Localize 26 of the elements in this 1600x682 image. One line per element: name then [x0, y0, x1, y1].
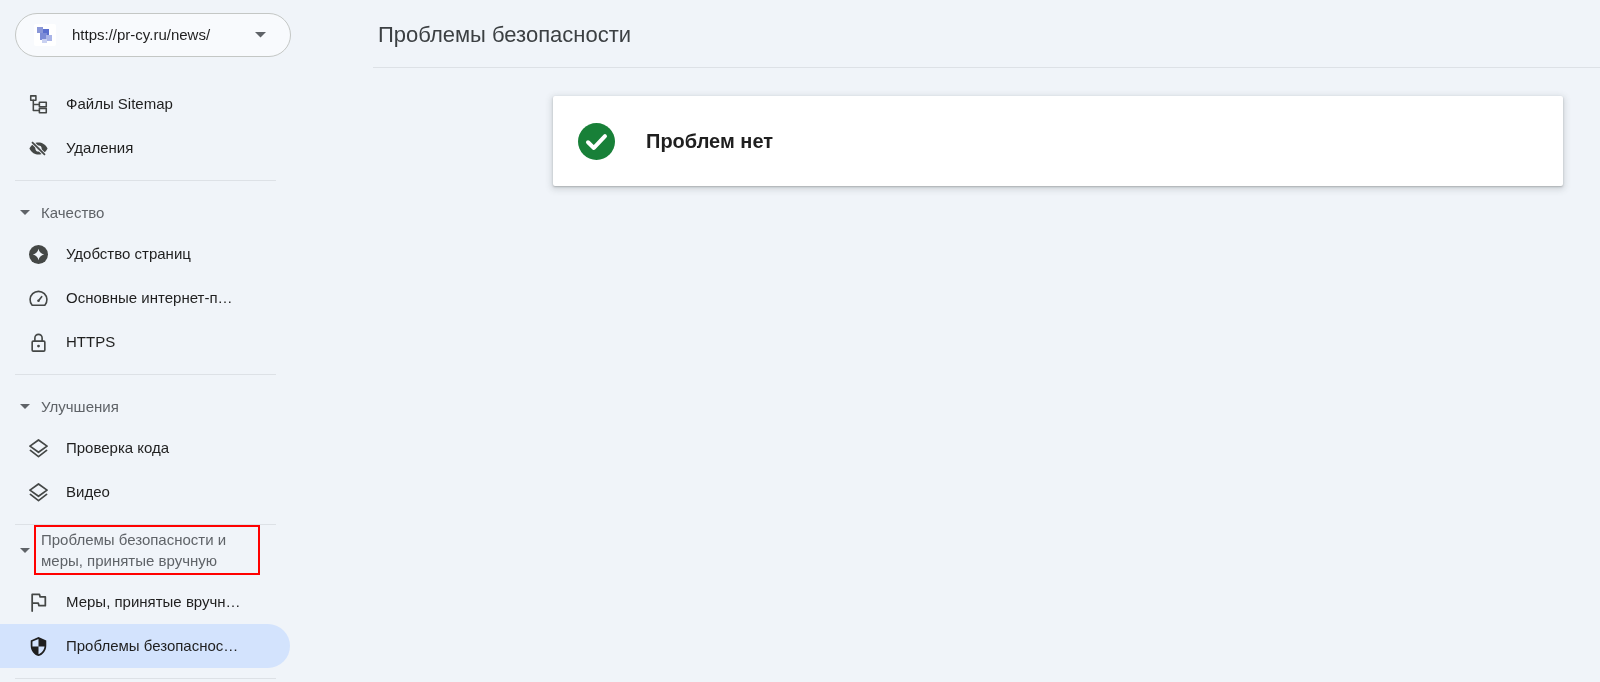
- nav-item[interactable]: Файлы Sitemap: [0, 82, 290, 126]
- nav-item[interactable]: Проблемы безопаснос…: [0, 624, 290, 668]
- dropdown-caret-icon: [255, 32, 266, 38]
- section-heading[interactable]: Качество: [34, 198, 112, 227]
- nav-item[interactable]: Основные интернет-п…: [0, 276, 290, 320]
- status-text: Проблем нет: [646, 129, 774, 154]
- gauge-icon: [29, 288, 48, 308]
- nav-item[interactable]: Удобство страниц: [0, 232, 290, 276]
- nav-item[interactable]: HTTPS: [0, 320, 290, 364]
- sparkle-circle-icon: [29, 244, 48, 264]
- flag-icon: [29, 592, 48, 612]
- nav-item[interactable]: Удаления: [0, 126, 290, 170]
- layers-icon: [29, 482, 48, 502]
- property-selector[interactable]: https://pr-cy.ru/news/: [15, 13, 291, 57]
- section-heading[interactable]: Проблемы безопасности и меры, принятые вручную: [34, 525, 260, 575]
- lock-icon: [29, 332, 48, 352]
- shield-icon: [29, 636, 48, 656]
- eye-off-icon: [29, 138, 48, 158]
- nav-item[interactable]: Проверка кода: [0, 426, 290, 470]
- site-logo-icon: [34, 24, 56, 46]
- page-title: Проблемы безопасности: [378, 21, 632, 50]
- sitemap-icon: [29, 94, 48, 114]
- section-heading[interactable]: Улучшения: [34, 392, 126, 421]
- layers-icon: [29, 438, 48, 458]
- nav-item[interactable]: Видео: [0, 470, 290, 514]
- nav-item[interactable]: Меры, принятые вручн…: [0, 580, 290, 624]
